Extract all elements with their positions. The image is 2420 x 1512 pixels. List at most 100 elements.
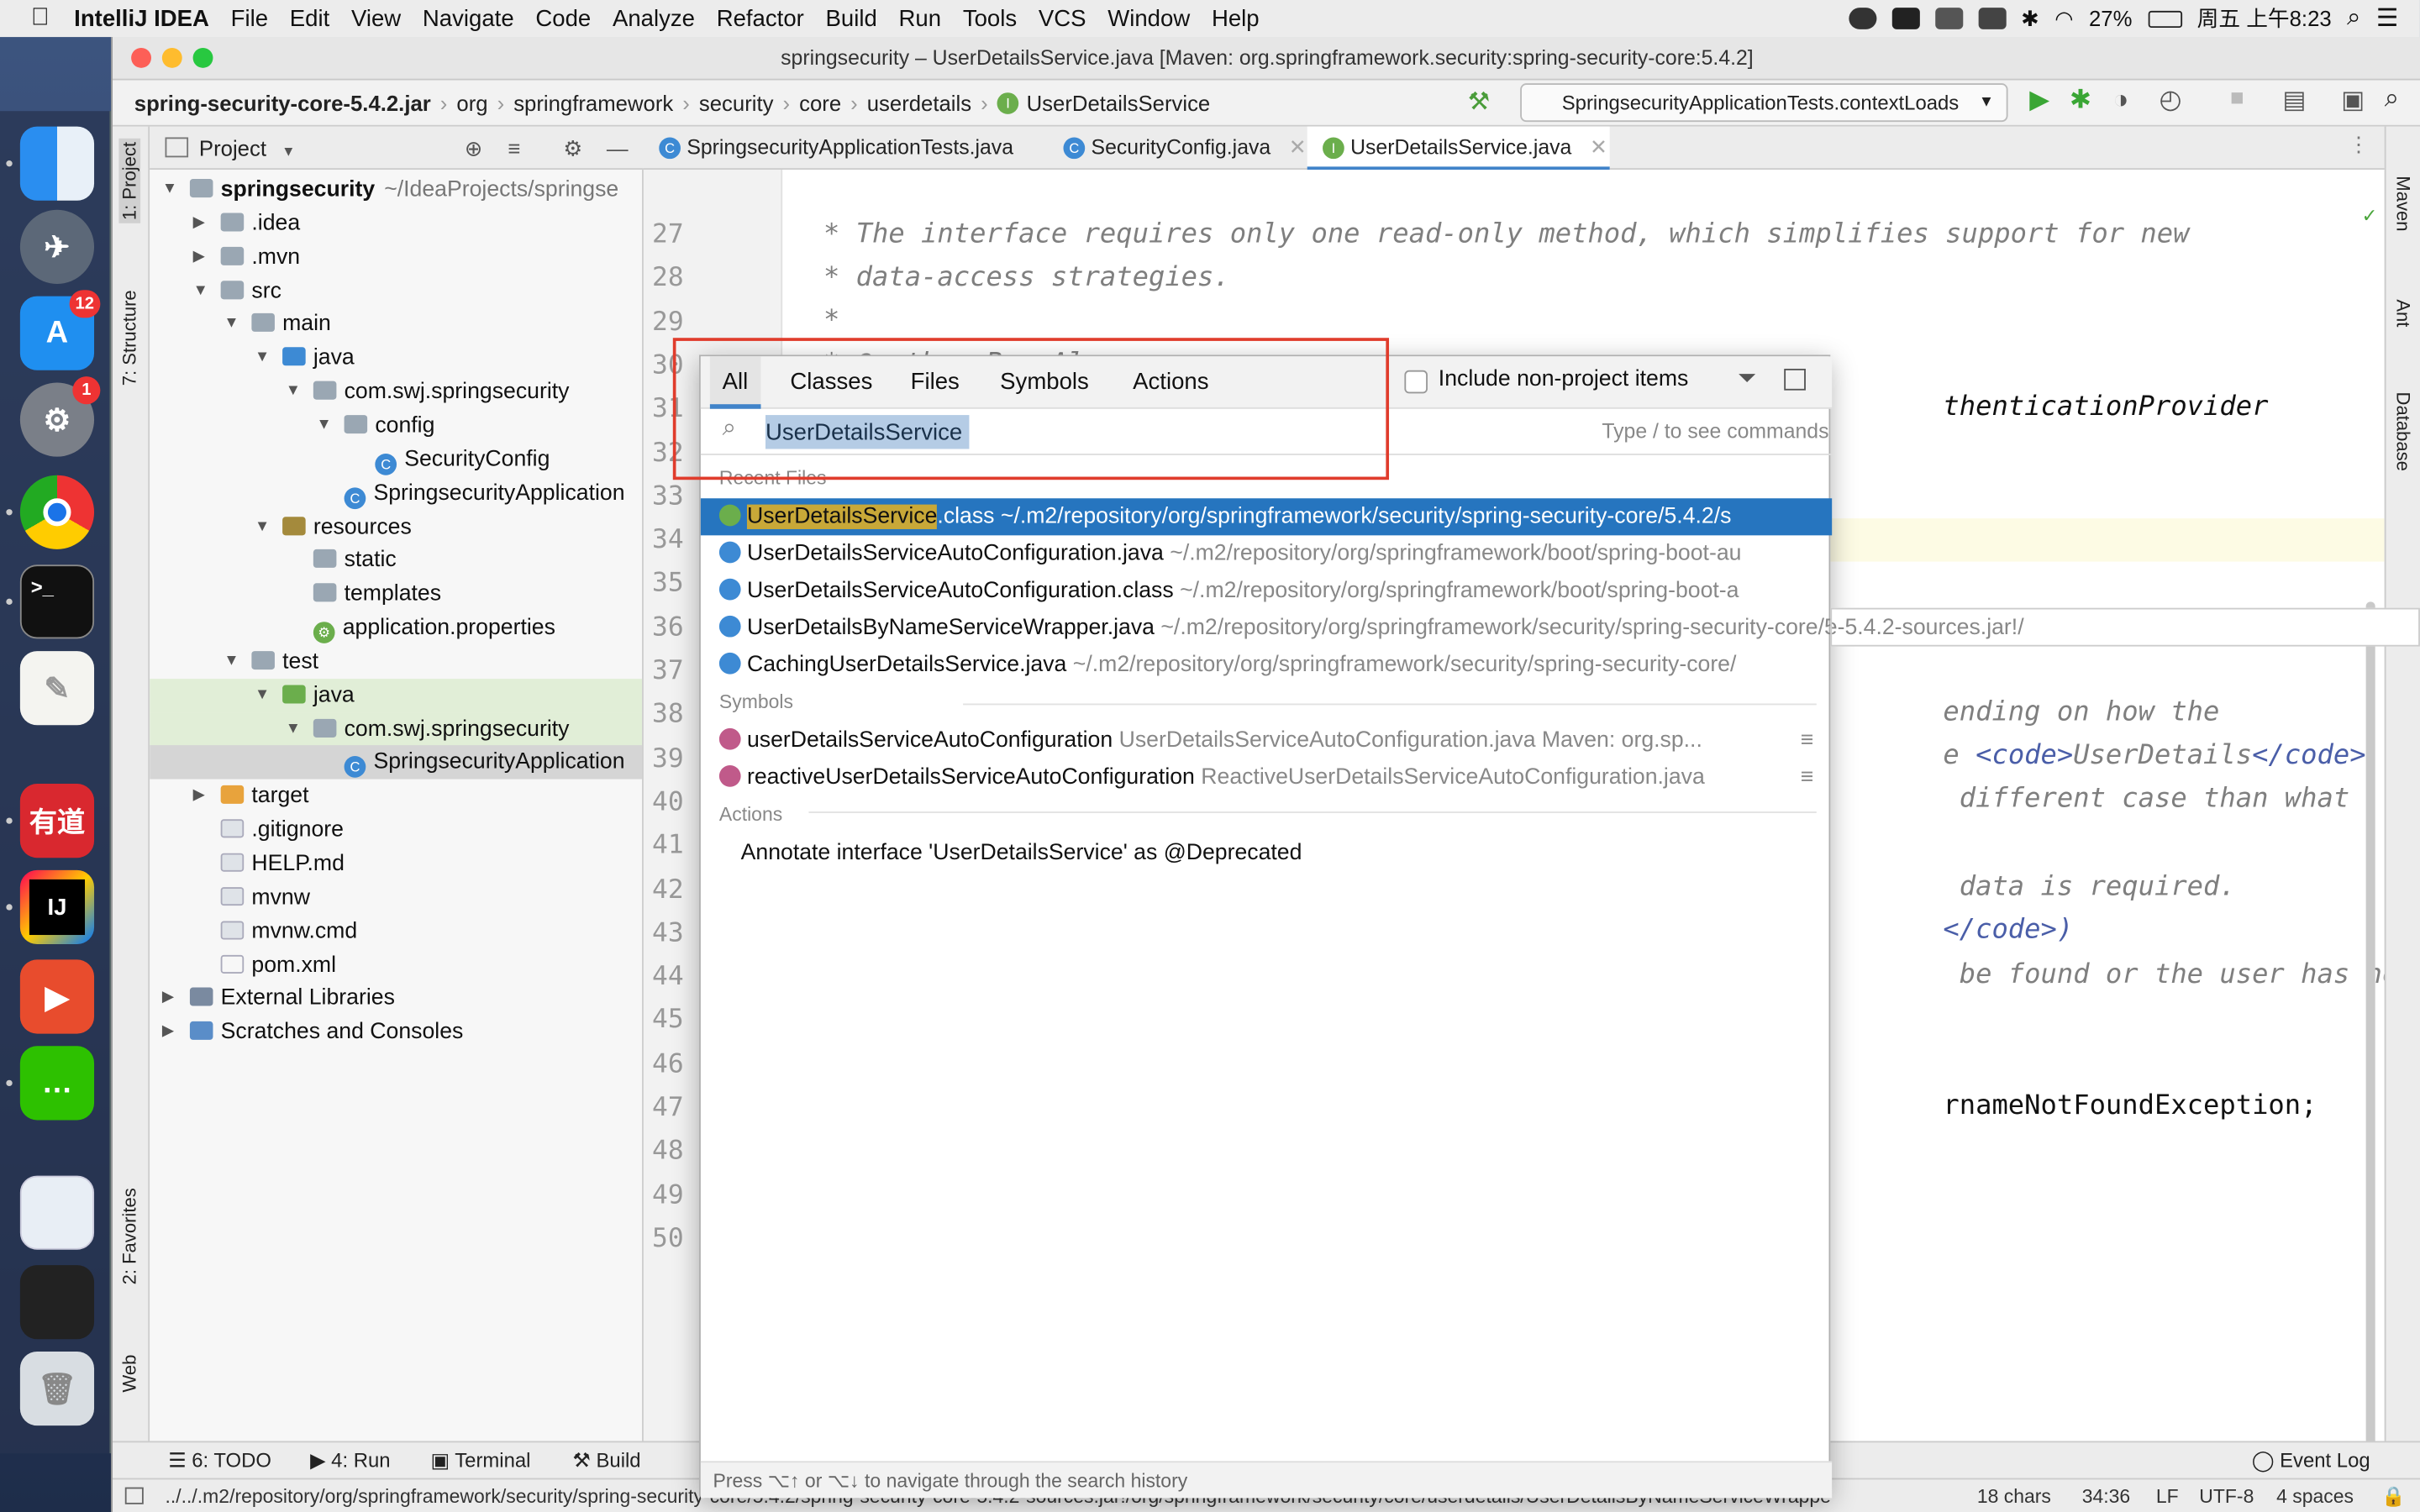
tool-event-log[interactable]: ◯ Event Log bbox=[2252, 1449, 2370, 1473]
tree-item[interactable]: ▶ .idea bbox=[150, 207, 642, 240]
tool-tab-ant[interactable]: Ant bbox=[2392, 299, 2414, 327]
tree-item[interactable]: C SpringsecurityApplication bbox=[150, 476, 642, 510]
spotlight-icon[interactable]: ⌕ bbox=[2347, 5, 2360, 33]
filter-icon[interactable]: ⏷ bbox=[1738, 365, 1756, 391]
close-tab-icon[interactable]: ✕ bbox=[1590, 136, 1607, 160]
terminal-icon[interactable]: >_ bbox=[19, 564, 95, 639]
breadcrumb-userdetails[interactable]: userdetails bbox=[858, 90, 981, 114]
chevron-down-icon[interactable]: ▼ bbox=[255, 341, 270, 375]
trash-icon[interactable]: 🗑 bbox=[19, 1351, 95, 1426]
tool-tab-web[interactable]: Web bbox=[118, 1355, 140, 1393]
chat-tray-icon[interactable] bbox=[1934, 8, 1963, 29]
search-everywhere-icon[interactable]: ⌕ bbox=[2385, 83, 2400, 114]
build-hammer-icon[interactable]: ⚒ bbox=[1468, 87, 1490, 118]
profile-icon[interactable]: ◴ bbox=[2160, 85, 2182, 116]
tree-item[interactable]: ▼ test bbox=[150, 645, 642, 679]
tab-springsecurity-application-tests[interactable]: C SpringsecurityApplicationTests.java ✕ bbox=[644, 127, 1048, 202]
tool-run[interactable]: ▶ 4: Run bbox=[310, 1449, 390, 1473]
include-non-project-label[interactable]: Include non-project items bbox=[1439, 367, 1689, 391]
menu-vcs[interactable]: VCS bbox=[1039, 5, 1086, 31]
result-row[interactable]: CachingUserDetailsService.java ~/.m2/rep… bbox=[701, 647, 1832, 684]
battery-icon[interactable] bbox=[2147, 9, 2182, 28]
tree-item[interactable]: .gitignore bbox=[150, 813, 642, 847]
app-menu[interactable]: IntelliJ IDEA bbox=[74, 5, 209, 31]
tree-item[interactable]: ▼ resources bbox=[150, 510, 642, 543]
breadcrumb-jar[interactable]: spring-security-core-5.4.2.jar bbox=[113, 90, 440, 114]
tree-item[interactable]: ▶ .mvn bbox=[150, 240, 642, 274]
locate-icon[interactable]: ⊕ bbox=[465, 127, 483, 170]
wifi-icon[interactable]: ◠ bbox=[2054, 5, 2073, 31]
breadcrumb-core[interactable]: core bbox=[790, 90, 850, 114]
chevron-down-icon[interactable]: ▼ bbox=[286, 375, 301, 408]
menu-help[interactable]: Help bbox=[1212, 5, 1260, 31]
system-preferences-icon[interactable]: ⚙ 1 bbox=[19, 376, 101, 457]
coverage-icon[interactable]: ◑ bbox=[2112, 85, 2128, 116]
menu-code[interactable]: Code bbox=[535, 5, 591, 31]
tree-item[interactable]: mvnw bbox=[150, 880, 642, 914]
tree-item[interactable]: HELP.md bbox=[150, 847, 642, 880]
launchpad-icon[interactable]: ✈ bbox=[19, 209, 95, 284]
symbol-row[interactable]: reactiveUserDetailsServiceAutoConfigurat… bbox=[701, 759, 1832, 796]
chevron-down-icon[interactable]: ▼ bbox=[286, 712, 301, 746]
tree-item[interactable]: ▼ config bbox=[150, 409, 642, 443]
tree-item[interactable]: templates bbox=[150, 577, 642, 611]
chevron-right-icon[interactable]: ▶ bbox=[193, 207, 205, 240]
breadcrumb-org[interactable]: org bbox=[447, 90, 497, 114]
project-structure-icon[interactable]: ▤ bbox=[2282, 85, 2306, 116]
clock[interactable]: 周五 上午8:23 bbox=[2197, 3, 2332, 34]
tool-terminal[interactable]: ▣ Terminal bbox=[430, 1449, 530, 1473]
tool-tab-favorites[interactable]: 2: Favorites bbox=[118, 1188, 140, 1284]
tab-user-details-service[interactable]: I UserDetailsService.java ✕ bbox=[1307, 126, 1610, 171]
chevron-down-icon[interactable]: ▼ bbox=[255, 510, 270, 543]
tool-tab-maven[interactable]: Maven bbox=[2392, 176, 2414, 231]
menu-analyze[interactable]: Analyze bbox=[613, 5, 695, 31]
tree-item[interactable]: ▼ com.swj.springsecurity bbox=[150, 711, 643, 747]
run-configuration-selector[interactable]: SpringsecurityApplicationTests.contextLo… bbox=[1520, 83, 2008, 123]
tree-item[interactable]: C SpringsecurityApplication bbox=[150, 745, 643, 780]
menu-build[interactable]: Build bbox=[826, 5, 877, 31]
chevron-right-icon[interactable]: ▶ bbox=[162, 1016, 174, 1049]
result-row[interactable]: UserDetailsServiceAutoConfiguration.clas… bbox=[701, 572, 1832, 609]
menu-refactor[interactable]: Refactor bbox=[717, 5, 804, 31]
tree-item[interactable]: ▼ src bbox=[150, 274, 642, 307]
presentation-app-icon[interactable]: ▶ bbox=[19, 959, 95, 1034]
maximize-window-button[interactable] bbox=[192, 47, 213, 68]
tool-tab-structure[interactable]: 7: Structure bbox=[118, 290, 140, 386]
symbol-row[interactable]: userDetailsServiceAutoConfiguration User… bbox=[701, 722, 1832, 759]
breadcrumb-springframework[interactable]: springframework bbox=[504, 90, 682, 114]
tab-security-config[interactable]: C SecurityConfig.java ✕ bbox=[1048, 127, 1307, 170]
tool-todo[interactable]: ☰ 6: TODO bbox=[168, 1449, 271, 1473]
menu-run[interactable]: Run bbox=[899, 5, 942, 31]
intellij-icon[interactable]: IJ bbox=[19, 869, 95, 945]
gear-icon[interactable]: ⚙ bbox=[563, 127, 582, 170]
tool-build[interactable]: ⚒ Build bbox=[572, 1449, 640, 1473]
open-in-panel-icon[interactable] bbox=[1784, 368, 1806, 391]
status-indent[interactable]: 4 spaces bbox=[2276, 1479, 2354, 1512]
recording-thumbnail-icon[interactable] bbox=[19, 1265, 95, 1340]
tree-item[interactable]: C SecurityConfig bbox=[150, 443, 642, 476]
tree-item[interactable]: ▶ External Libraries bbox=[150, 982, 642, 1016]
chevron-down-icon[interactable]: ▼ bbox=[224, 307, 239, 341]
chevron-right-icon[interactable]: ▶ bbox=[193, 240, 205, 274]
run-icon[interactable]: ▶ bbox=[2029, 85, 2049, 116]
project-view-selector[interactable]: Project bbox=[199, 136, 266, 160]
tree-item[interactable]: ▼ springsecurity ~/IdeaProjects/springse bbox=[150, 173, 642, 207]
tree-item[interactable]: mvnw.cmd bbox=[150, 915, 642, 948]
chevron-right-icon[interactable]: ▶ bbox=[193, 780, 205, 813]
close-window-button[interactable] bbox=[131, 47, 151, 68]
tool-tab-database[interactable]: Database bbox=[2392, 392, 2414, 471]
close-tab-icon[interactable]: ✕ bbox=[1289, 136, 1307, 160]
debug-icon[interactable]: ✱ bbox=[2070, 85, 2091, 116]
menu-navigate[interactable]: Navigate bbox=[423, 5, 514, 31]
textedit-icon[interactable]: ✎ bbox=[19, 651, 95, 726]
youdao-icon[interactable]: 有道 bbox=[19, 784, 95, 858]
app-tray-icon[interactable] bbox=[1891, 8, 1920, 29]
breadcrumb-class[interactable]: UserDetailsService bbox=[1027, 90, 1211, 114]
result-row[interactable]: UserDetailsByNameServiceWrapper.java ~/.… bbox=[701, 609, 1832, 646]
status-panel-icon[interactable] bbox=[124, 1487, 144, 1504]
apple-icon[interactable]:  bbox=[31, 5, 50, 33]
app-store-icon[interactable]: A 12 bbox=[19, 290, 101, 370]
bluetooth-icon[interactable]: ✱ bbox=[2021, 5, 2039, 31]
tree-item[interactable]: ▼ java bbox=[150, 341, 642, 375]
menu-file[interactable]: File bbox=[231, 5, 268, 31]
